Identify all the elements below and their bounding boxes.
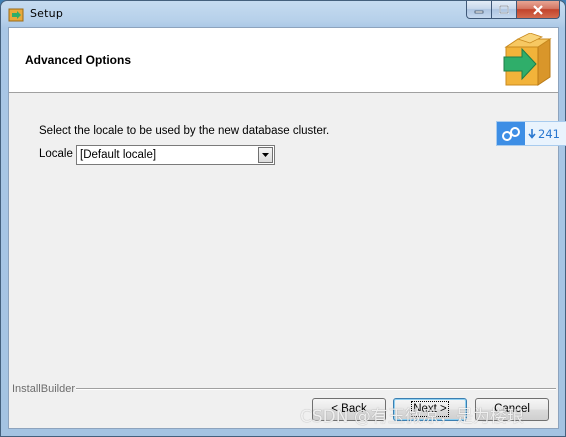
chevron-down-icon [262, 153, 269, 157]
setup-app-icon [8, 8, 24, 22]
download-count: 241 [538, 127, 560, 141]
installbuilder-label: InstallBuilder [12, 383, 75, 395]
close-icon [533, 4, 543, 15]
locale-select-value: [Default locale] [80, 149, 157, 161]
close-button[interactable] [517, 1, 560, 19]
locale-prompt: Select the locale to be used by the new … [39, 125, 330, 137]
locale-select[interactable]: [Default locale] [76, 145, 275, 165]
installer-box-logo-icon [503, 33, 552, 86]
download-arrow-icon [528, 129, 536, 139]
caption-buttons [466, 1, 560, 20]
minimize-button[interactable] [466, 1, 492, 19]
minimize-icon [474, 10, 484, 13]
maximize-button[interactable] [492, 1, 517, 19]
locale-select-dropdown-button[interactable] [258, 147, 273, 163]
client-area: Advanced Options Select the locale to be… [8, 27, 559, 429]
wizard-header: Advanced Options [9, 28, 558, 93]
setup-window: Setup Advanced Options Select the locale… [0, 0, 566, 437]
title-bar[interactable]: Setup [1, 1, 565, 27]
page-title: Advanced Options [25, 53, 132, 67]
csdn-watermark: CSDN @有玉微凉，是为楼琅 [300, 407, 524, 427]
maximize-icon [499, 5, 509, 14]
link-icon-box [497, 122, 525, 145]
footer-divider [76, 388, 556, 390]
floating-download-widget[interactable]: 241 [496, 121, 566, 146]
link-icon [502, 126, 520, 141]
window-title: Setup [30, 7, 64, 20]
locale-label: Locale [39, 148, 73, 160]
